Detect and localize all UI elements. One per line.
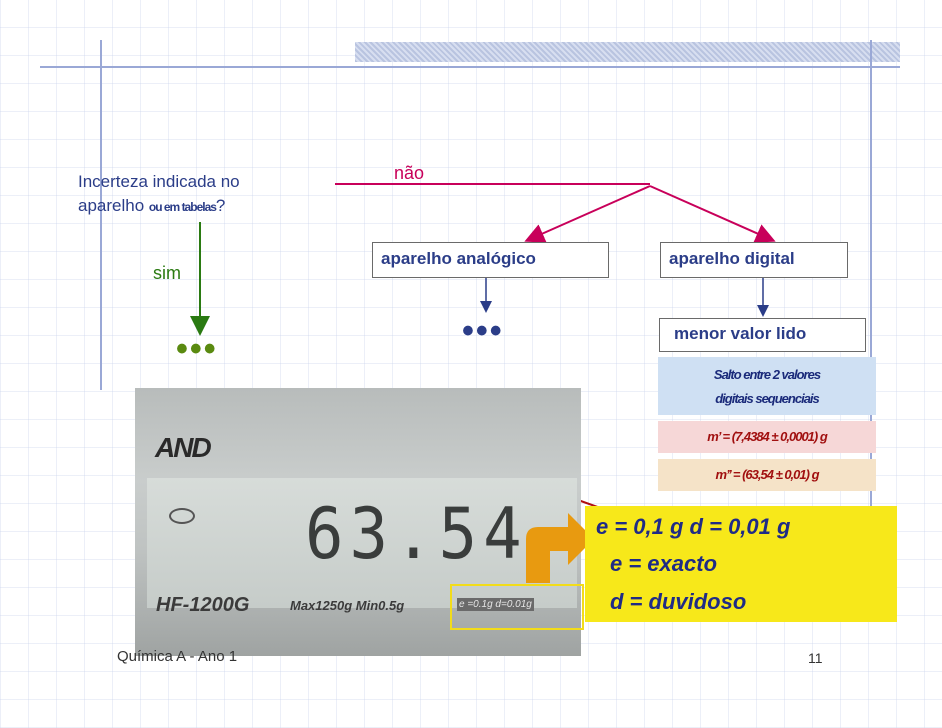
balance-specs: Max1250g Min0.5g — [290, 598, 405, 613]
question-line2-end: ? — [215, 196, 226, 215]
analog-ellipsis: ••• — [462, 312, 504, 350]
smallest-reading-box: menor valor lido — [659, 318, 866, 352]
indicator-icon — [169, 508, 195, 524]
callout-line1: e = 0,1 g d = 0,01 g — [596, 514, 791, 539]
step-explanation-box: Salto entre 2 valores digitais sequencia… — [658, 357, 876, 415]
no-to-analog-arrow — [524, 185, 651, 243]
yes-ellipsis: ••• — [176, 330, 218, 368]
mass-example-2: m’’ = (63,54 ± 0,01) g — [658, 459, 876, 491]
balance-brand: AND — [155, 432, 212, 463]
digital-device-box: aparelho digital — [660, 242, 848, 278]
callout-line3: d = duvidoso — [610, 589, 747, 614]
callout-line2: e = exacto — [610, 551, 718, 576]
question-line2-main: aparelho — [78, 196, 149, 215]
question-line2: aparelho ou em tabelas? — [78, 194, 240, 219]
analog-device-label: aparelho analógico — [381, 249, 536, 268]
no-label: não — [394, 163, 425, 183]
analog-device-box: aparelho analógico — [372, 242, 609, 278]
footer-course: Química A - Ano 1 — [117, 648, 238, 665]
mass-example-2-text: m’’ = (63,54 ± 0,01) g — [715, 467, 819, 482]
smallest-reading-label: menor valor lido — [674, 324, 807, 343]
mass-example-1: m’ = (7,4384 ± 0,0001) g — [658, 421, 876, 453]
digital-device-label: aparelho digital — [669, 249, 795, 268]
page-number: 11 — [808, 650, 823, 666]
ed-highlight-box — [450, 584, 584, 630]
mass-example-1-text: m’ = (7,4384 ± 0,0001) g — [707, 429, 828, 444]
question-line2-small: ou em tabelas — [148, 200, 217, 214]
step-line1: Salto entre 2 valores — [713, 367, 821, 382]
no-to-digital-arrow — [649, 185, 776, 243]
balance-model: HF-1200G — [156, 594, 250, 616]
step-line2: digitais sequenciais — [715, 391, 820, 406]
yes-label: sim — [153, 263, 181, 283]
bent-arrow-icon — [526, 513, 594, 583]
question-text: Incerteza indicada no aparelho ou em tab… — [78, 170, 240, 219]
question-line1: Incerteza indicada no — [78, 172, 240, 191]
